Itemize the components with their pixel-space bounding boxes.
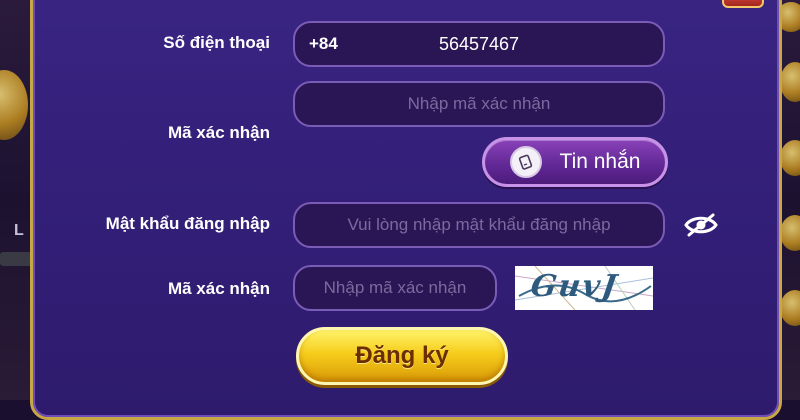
sms-button-label: Tin nhắn <box>559 150 641 173</box>
captcha-image[interactable]: GuvJ <box>515 266 653 310</box>
otp-field[interactable] <box>293 81 665 127</box>
password-field[interactable] <box>293 202 665 248</box>
password-label: Mật khẩu đăng nhập <box>105 214 270 233</box>
background-bar <box>0 252 34 266</box>
otp-label: Mã xác nhận <box>167 123 270 142</box>
otp-input[interactable] <box>295 83 663 125</box>
register-button-label: Đăng ký <box>355 342 449 369</box>
captcha-input[interactable] <box>295 267 495 309</box>
sms-button[interactable]: Tin nhắn <box>482 137 668 187</box>
phone-label: Số điện thoại <box>163 33 270 52</box>
eye-slash-icon[interactable] <box>683 212 719 238</box>
captcha-label: Mã xác nhận <box>167 279 270 298</box>
register-button[interactable]: Đăng ký <box>296 327 508 385</box>
phone-value: 56457467 <box>438 33 520 54</box>
password-input[interactable] <box>295 204 663 246</box>
close-icon: ✕ <box>738 0 748 3</box>
close-button[interactable]: ✕ <box>722 0 764 8</box>
phone-field[interactable]: +84 56457467 <box>293 21 665 67</box>
phone-icon <box>509 146 542 178</box>
captcha-field[interactable] <box>293 265 497 311</box>
captcha-text: GuvJ <box>528 269 621 304</box>
background-partial-text: L <box>14 222 24 239</box>
